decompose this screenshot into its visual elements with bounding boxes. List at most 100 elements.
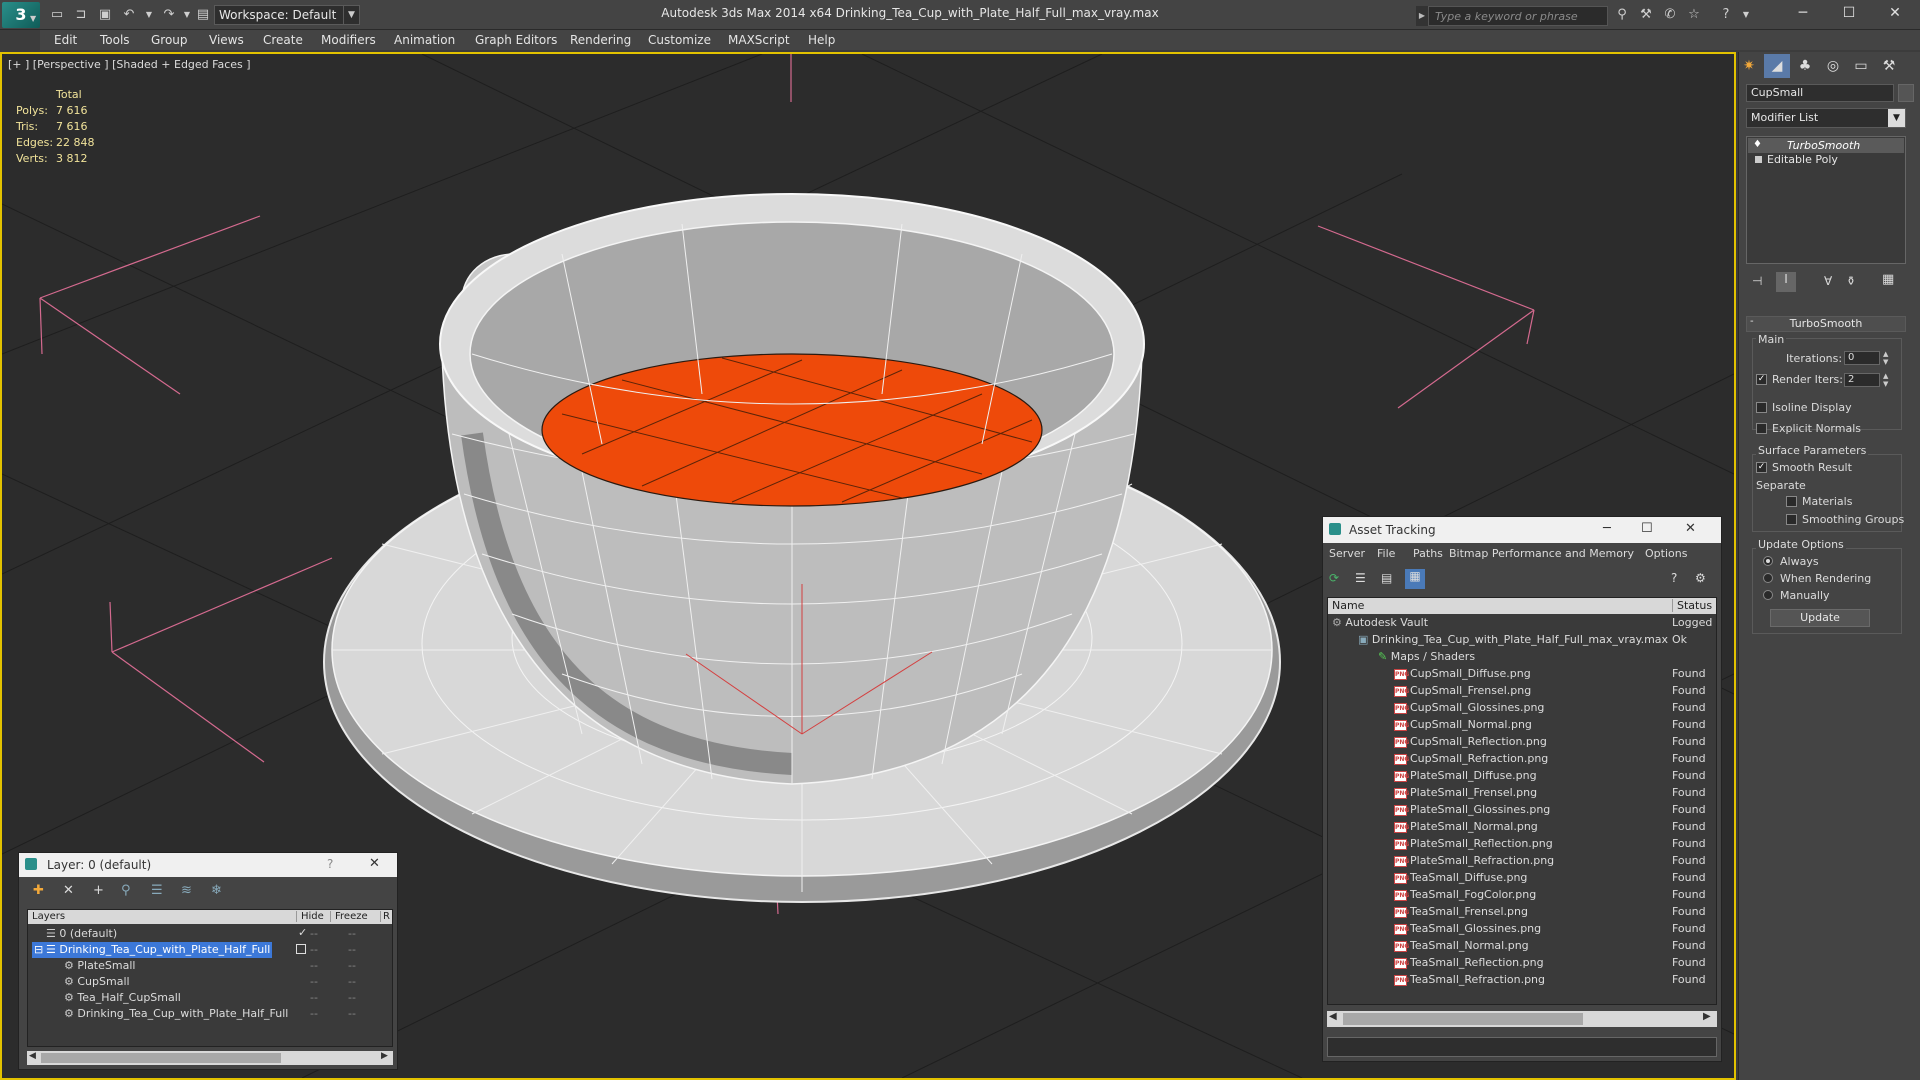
stack-item-editable-poly[interactable]: Editable Poly [1767, 153, 1917, 167]
always-radio[interactable] [1763, 556, 1773, 566]
layer-object-row[interactable]: ⚙ Drinking_Tea_Cup_with_Plate_Half_Full -… [28, 1006, 398, 1022]
delete-layer-icon[interactable]: ✕ [63, 883, 74, 898]
menu-customize[interactable]: Customize [648, 31, 711, 49]
show-end-result-icon[interactable]: I [1776, 272, 1796, 292]
asset-row[interactable]: PNGPlateSmall_Normal.png Found [1328, 818, 1719, 835]
modifier-list-arrow-icon[interactable]: ▼ [1888, 109, 1905, 127]
isoline-display-checkbox[interactable] [1756, 402, 1767, 413]
asset-row[interactable]: ▣ Drinking_Tea_Cup_with_Plate_Half_Full_… [1328, 631, 1719, 648]
layer-close-button[interactable]: ✕ [369, 856, 380, 871]
manually-radio[interactable] [1763, 590, 1773, 600]
asset-menu-bitmap-performance[interactable]: Bitmap Performance and Memory [1449, 547, 1634, 560]
asset-row[interactable]: PNGPlateSmall_Frensel.png Found [1328, 784, 1719, 801]
asset-maximize-button[interactable]: ☐ [1641, 521, 1653, 536]
layer-scroll-right-icon[interactable]: ▶ [381, 1051, 388, 1061]
save-file-icon[interactable]: ▣ [96, 6, 114, 24]
asset-row[interactable]: PNGCupSmall_Diffuse.png Found [1328, 665, 1719, 682]
asset-row[interactable]: ✎ Maps / Shaders [1328, 648, 1719, 665]
add-to-layer-icon[interactable]: + [93, 883, 104, 898]
hide-all-icon[interactable]: ≋ [181, 883, 192, 898]
when-rendering-radio[interactable] [1763, 573, 1773, 583]
asset-close-button[interactable]: ✕ [1685, 521, 1696, 536]
pin-stack-icon[interactable]: ⊣ [1752, 274, 1762, 288]
select-objects-icon[interactable]: ⚲ [121, 883, 131, 898]
freeze-toggle[interactable]: -- [348, 975, 356, 988]
layer-object-row[interactable]: ⚙ CupSmall -- -- [28, 974, 398, 990]
modifier-list-dropdown[interactable]: Modifier List [1746, 108, 1906, 128]
hide-toggle[interactable]: -- [310, 975, 318, 988]
stack-item-turbosmooth[interactable]: TurboSmooth [1787, 139, 1920, 153]
turbosmooth-rollout-header[interactable]: TurboSmooth [1746, 316, 1906, 332]
render-iters-spinner[interactable]: 2 [1844, 373, 1880, 387]
favorites-star-icon[interactable]: ☆ [1684, 6, 1704, 24]
object-color-swatch[interactable] [1898, 84, 1914, 102]
lightbulb-icon[interactable]: ♦ [1753, 139, 1763, 150]
scroll-right-icon[interactable]: ▶ [1703, 1011, 1711, 1022]
menu-create[interactable]: Create [263, 31, 303, 49]
update-button[interactable]: Update [1770, 609, 1870, 627]
layer-row[interactable]: ⊟ ☰ Drinking_Tea_Cup_with_Plate_Half_Full… [28, 942, 398, 958]
hide-toggle[interactable]: -- [310, 927, 318, 940]
modify-tab-icon[interactable]: ◢ [1764, 54, 1790, 78]
table-view-icon[interactable]: ▦ [1405, 569, 1425, 589]
menu-edit[interactable]: Edit [54, 31, 77, 49]
asset-row[interactable]: PNGTeaSmall_Reflection.png Found [1328, 954, 1719, 971]
freeze-toggle[interactable]: -- [348, 1007, 356, 1020]
hide-toggle[interactable]: -- [310, 959, 318, 972]
workspace-dropdown-icon[interactable]: ▼ [343, 5, 359, 25]
asset-row[interactable]: PNGTeaSmall_Refraction.png Found [1328, 971, 1719, 988]
freeze-toggle[interactable]: -- [348, 927, 356, 940]
asset-row[interactable]: PNGPlateSmall_Diffuse.png Found [1328, 767, 1719, 784]
smoothing-groups-checkbox[interactable] [1786, 514, 1797, 525]
scroll-thumb[interactable] [1343, 1013, 1583, 1025]
remove-modifier-icon[interactable]: ⚱ [1846, 274, 1856, 288]
layer-col-render[interactable]: R [380, 911, 390, 922]
asset-menu-file[interactable]: File [1377, 547, 1395, 560]
asset-row[interactable]: PNGTeaSmall_Diffuse.png Found [1328, 869, 1719, 886]
menu-maxscript[interactable]: MAXScript [728, 31, 790, 49]
asset-row[interactable]: PNGCupSmall_Glossines.png Found [1328, 699, 1719, 716]
asset-horizontal-scrollbar[interactable]: ◀ ▶ [1327, 1011, 1717, 1027]
asset-row[interactable]: PNGTeaSmall_Normal.png Found [1328, 937, 1719, 954]
help-icon[interactable]: ? [1716, 6, 1736, 24]
layer-row[interactable]: ☰ 0 (default) ✓ -- -- [28, 926, 398, 942]
freeze-toggle[interactable]: -- [348, 943, 356, 956]
highlight-layer-icon[interactable]: ☰ [151, 883, 163, 898]
layer-color-swatch[interactable] [296, 944, 306, 954]
close-window-button[interactable]: ✕ [1872, 0, 1918, 26]
expand-toggle-icon[interactable] [1755, 156, 1762, 163]
asset-row[interactable]: PNGPlateSmall_Refraction.png Found [1328, 852, 1719, 869]
configure-sets-icon[interactable]: ▦ [1882, 272, 1894, 287]
menu-group[interactable]: Group [151, 31, 188, 49]
menu-views[interactable]: Views [209, 31, 244, 49]
undo-icon[interactable]: ↶ [120, 6, 138, 24]
asset-path-field[interactable] [1327, 1037, 1717, 1057]
hide-toggle[interactable]: -- [310, 943, 318, 956]
collapse-icon[interactable]: ⊟ [34, 943, 43, 956]
tree-view-icon[interactable]: ▤ [1381, 571, 1397, 587]
list-view-icon[interactable]: ☰ [1355, 571, 1371, 587]
layer-object-row[interactable]: ⚙ PlateSmall -- -- [28, 958, 398, 974]
asset-row[interactable]: PNGCupSmall_Reflection.png Found [1328, 733, 1719, 750]
layer-object-row[interactable]: ⚙ Tea_Half_CupSmall -- -- [28, 990, 398, 1006]
maximize-window-button[interactable]: ☐ [1826, 0, 1872, 26]
refresh-icon[interactable]: ⟳ [1329, 571, 1345, 587]
asset-minimize-button[interactable]: ─ [1603, 521, 1611, 536]
display-tab-icon[interactable]: ▭ [1848, 54, 1874, 78]
minimize-window-button[interactable]: ─ [1780, 0, 1826, 26]
hierarchy-tab-icon[interactable]: ♣ [1792, 54, 1818, 78]
asset-row[interactable]: PNGTeaSmall_FogColor.png Found [1328, 886, 1719, 903]
open-file-icon[interactable]: ⊐ [72, 6, 90, 24]
freeze-all-icon[interactable]: ❄ [211, 883, 222, 898]
layer-col-layers[interactable]: Layers [32, 911, 65, 922]
explicit-normals-checkbox[interactable] [1756, 423, 1767, 434]
vault-settings-icon[interactable]: ⚙ [1695, 571, 1711, 587]
layer-help-button[interactable]: ? [327, 857, 333, 871]
layer-col-freeze[interactable]: Freeze [330, 911, 368, 922]
asset-menu-server[interactable]: Server [1329, 547, 1365, 560]
layer-col-hide[interactable]: Hide [296, 911, 324, 922]
help-dropdown-icon[interactable]: ▼ [1736, 6, 1756, 24]
app-menu-arrow-icon[interactable]: ▼ [30, 14, 36, 23]
layer-horizontal-scrollbar[interactable]: ◀ ▶ [27, 1051, 393, 1065]
create-layer-icon[interactable]: ✚ [33, 883, 44, 898]
